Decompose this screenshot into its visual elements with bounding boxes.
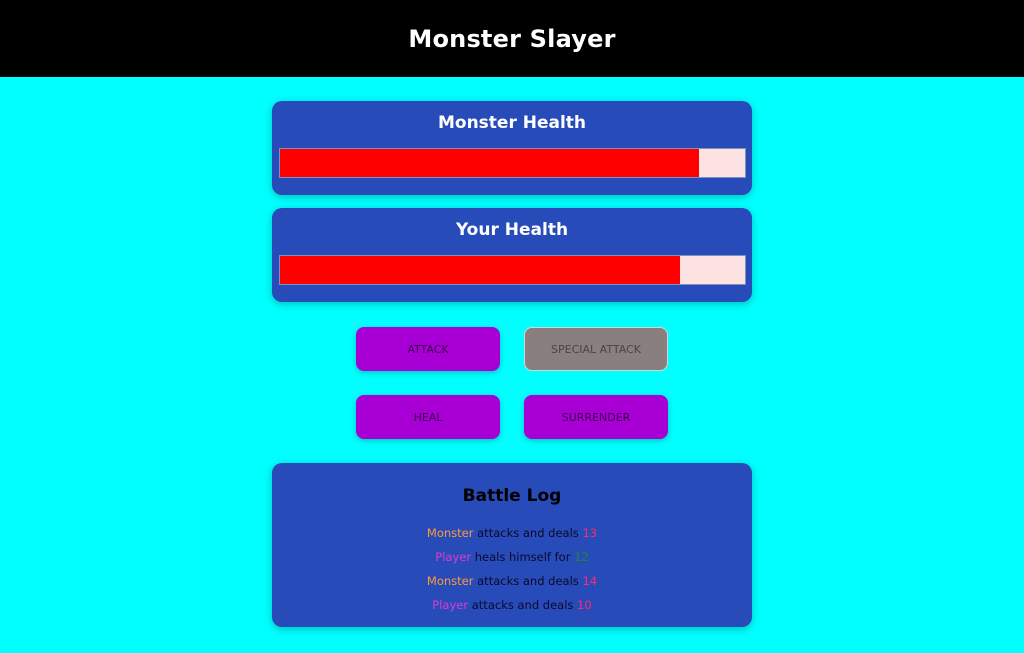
log-entry-actor: Player	[432, 598, 469, 612]
monster-health-panel: Monster Health	[272, 101, 752, 195]
log-entry-actor: Player	[435, 550, 472, 564]
battle-log-panel: Battle Log Monster attacks and deals 13 …	[272, 463, 752, 627]
monster-health-heading: Monster Health	[437, 113, 587, 133]
surrender-button[interactable]: SURRENDER	[524, 395, 668, 439]
log-entry-text: attacks and deals	[473, 526, 583, 540]
battle-log-heading: Battle Log	[462, 486, 562, 506]
log-entry-text: heals himself for	[471, 550, 575, 564]
heal-button[interactable]: HEAL	[356, 395, 500, 439]
log-entry-text: attacks and deals	[473, 574, 583, 588]
log-entry-text: attacks and deals	[468, 598, 578, 612]
log-entry-actor: Monster	[426, 574, 474, 588]
app-header: Monster Slayer	[0, 0, 1024, 77]
player-health-heading: Your Health	[455, 220, 569, 240]
log-entry-value: 14	[582, 574, 598, 588]
log-entry-actor: Monster	[426, 526, 474, 540]
attack-button[interactable]: ATTACK	[356, 327, 500, 371]
player-health-panel: Your Health	[272, 208, 752, 302]
app-title: Monster Slayer	[408, 24, 616, 53]
log-entry: Monster attacks and deals 13	[272, 521, 752, 545]
monster-health-fill	[280, 149, 699, 177]
special-attack-button[interactable]: SPECIAL ATTACK	[524, 327, 668, 371]
battle-log-list: Monster attacks and deals 13 Player heal…	[272, 521, 752, 617]
player-health-bar	[279, 255, 746, 285]
log-entry-value: 10	[577, 598, 592, 612]
log-entry: Player attacks and deals 10	[272, 593, 752, 617]
log-entry: Monster attacks and deals 14	[272, 569, 752, 593]
player-health-fill	[280, 256, 680, 284]
monster-health-bar	[279, 148, 746, 178]
log-entry-value: 13	[582, 526, 598, 540]
log-entry: Player heals himself for 12	[272, 545, 752, 569]
log-entry-value: 12	[574, 550, 589, 564]
